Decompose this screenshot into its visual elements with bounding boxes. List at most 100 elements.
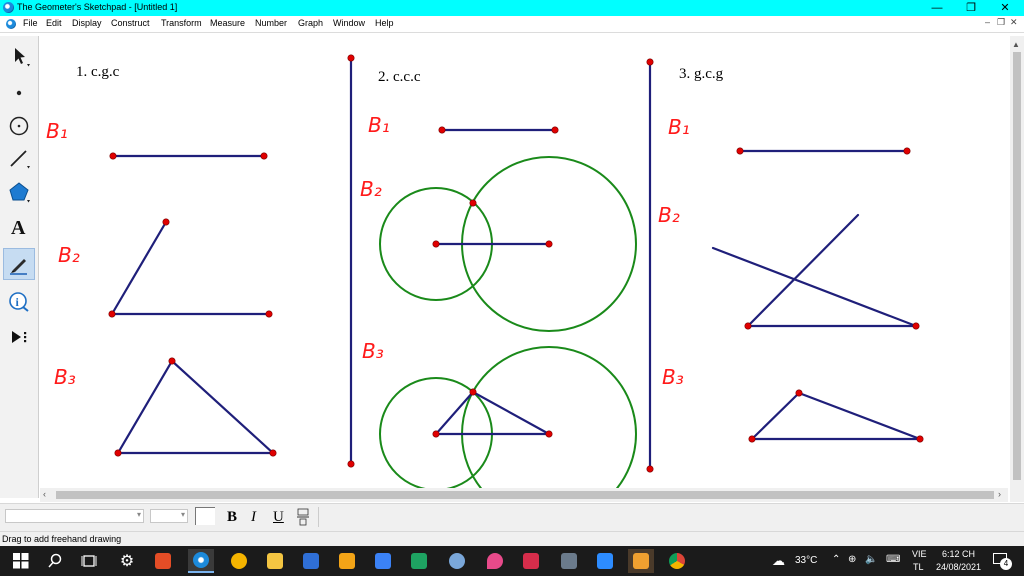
font-family-combo[interactable]: ▾ xyxy=(5,509,144,523)
point[interactable] xyxy=(469,388,477,396)
taskbar-app-10[interactable] xyxy=(482,549,508,573)
point[interactable] xyxy=(551,126,559,134)
taskbar-app-11[interactable] xyxy=(518,549,544,573)
information-tool[interactable]: i xyxy=(3,285,35,317)
point[interactable] xyxy=(162,218,170,226)
horizontal-scroll-thumb[interactable] xyxy=(56,491,994,499)
point[interactable] xyxy=(347,54,355,62)
taskbar-zoom[interactable] xyxy=(592,549,618,573)
menu-number[interactable]: Number xyxy=(255,18,287,28)
keyboard-icon[interactable]: ⌨ xyxy=(886,554,900,565)
vertical-scroll-thumb[interactable] xyxy=(1013,52,1021,480)
menu-file[interactable]: File xyxy=(23,18,38,28)
straightedge-tool[interactable] xyxy=(3,142,35,174)
menu-display[interactable]: Display xyxy=(72,18,102,28)
doc-minimize-button[interactable]: – xyxy=(985,17,990,27)
point[interactable] xyxy=(432,430,440,438)
speaker-icon[interactable]: 🔈 xyxy=(865,554,877,565)
point[interactable] xyxy=(545,430,553,438)
point[interactable] xyxy=(432,240,440,248)
point[interactable] xyxy=(748,435,756,443)
clock-time[interactable]: 6:12 CH xyxy=(942,549,975,559)
menu-graph[interactable]: Graph xyxy=(298,18,323,28)
horizontal-scrollbar[interactable]: ‹ › xyxy=(40,488,1008,502)
point[interactable] xyxy=(916,435,924,443)
underline-button[interactable]: U xyxy=(273,509,284,526)
close-button[interactable]: ✕ xyxy=(988,0,1022,16)
point[interactable] xyxy=(347,460,355,468)
taskbar-docs[interactable] xyxy=(370,549,396,573)
point[interactable] xyxy=(903,147,911,155)
menu-construct[interactable]: Construct xyxy=(111,18,150,28)
taskbar-calculator[interactable] xyxy=(556,549,582,573)
marker-tool[interactable] xyxy=(3,248,35,280)
menu-measure[interactable]: Measure xyxy=(210,18,245,28)
label-c3-b2: B₂ xyxy=(658,203,680,227)
task-view-button[interactable] xyxy=(76,549,102,573)
point[interactable] xyxy=(265,310,273,318)
custom-tool[interactable] xyxy=(3,321,35,353)
minimize-button[interactable]: — xyxy=(920,0,954,16)
lang-top[interactable]: VIE xyxy=(912,549,927,559)
menu-window[interactable]: Window xyxy=(333,18,365,28)
network-icon[interactable]: ⊕ xyxy=(848,554,856,565)
taskbar-file-explorer[interactable] xyxy=(262,549,288,573)
restore-button[interactable]: ❐ xyxy=(954,0,988,16)
math-format-button[interactable] xyxy=(295,508,311,531)
arrow-select-tool[interactable] xyxy=(3,40,35,72)
menu-bar: File Edit Display Construct Transform Me… xyxy=(0,16,1024,33)
doc-restore-button[interactable]: ❐ xyxy=(997,17,1005,28)
scroll-right-icon[interactable]: › xyxy=(998,489,1001,499)
point[interactable] xyxy=(912,322,920,330)
text-color-swatch[interactable] xyxy=(195,507,215,525)
taskbar-sheets[interactable] xyxy=(406,549,432,573)
search-button[interactable] xyxy=(42,549,68,573)
point[interactable] xyxy=(269,449,277,457)
chevron-up-icon[interactable]: ⌃ xyxy=(832,554,840,565)
label-c2-b3: B₃ xyxy=(362,339,384,363)
clock-date[interactable]: 24/08/2021 xyxy=(936,562,981,572)
taskbar-app-1[interactable] xyxy=(150,549,176,573)
point[interactable] xyxy=(438,126,446,134)
taskbar-app-5[interactable] xyxy=(298,549,324,573)
bold-button[interactable]: B xyxy=(227,509,237,526)
point[interactable] xyxy=(108,310,116,318)
taskbar-app-6[interactable] xyxy=(334,549,360,573)
menu-help[interactable]: Help xyxy=(375,18,394,28)
sketch-drawing[interactable]: 1. c.g.c 2. c.c.c 3. g.c.g B₁ B₂ B₃ B₁ B… xyxy=(40,36,1008,488)
compass-tool[interactable] xyxy=(3,108,35,140)
taskbar-app-3[interactable] xyxy=(226,549,252,573)
lang-bottom[interactable]: TL xyxy=(913,562,924,572)
point[interactable] xyxy=(795,389,803,397)
sketch-canvas[interactable]: 1. c.g.c 2. c.c.c 3. g.c.g B₁ B₂ B₃ B₁ B… xyxy=(40,36,1008,488)
point[interactable] xyxy=(168,357,176,365)
taskbar-paint[interactable] xyxy=(444,549,470,573)
text-tool[interactable]: A xyxy=(3,210,35,242)
taskbar-app-14[interactable] xyxy=(628,549,654,573)
taskbar-settings[interactable]: ⚙ xyxy=(114,549,140,573)
polygon-tool[interactable] xyxy=(3,176,35,208)
italic-button[interactable]: I xyxy=(251,509,256,526)
point[interactable] xyxy=(545,240,553,248)
scroll-up-icon[interactable]: ▲ xyxy=(1012,40,1020,49)
menu-edit[interactable]: Edit xyxy=(46,18,62,28)
document-icon[interactable] xyxy=(6,19,16,29)
temperature[interactable]: 33°C xyxy=(795,555,817,566)
scroll-left-icon[interactable]: ‹ xyxy=(43,489,46,499)
point-tool[interactable] xyxy=(3,74,35,106)
point[interactable] xyxy=(109,152,117,160)
taskbar-sketchpad[interactable] xyxy=(188,549,214,573)
doc-close-button[interactable]: ✕ xyxy=(1010,17,1018,28)
point[interactable] xyxy=(114,449,122,457)
menu-transform[interactable]: Transform xyxy=(161,18,202,28)
font-size-combo[interactable]: ▾ xyxy=(150,509,188,523)
point[interactable] xyxy=(646,465,654,473)
point[interactable] xyxy=(469,199,477,207)
point[interactable] xyxy=(744,322,752,330)
point[interactable] xyxy=(646,58,654,66)
vertical-scrollbar[interactable]: ▲ xyxy=(1010,36,1024,488)
start-button[interactable] xyxy=(8,549,34,573)
point[interactable] xyxy=(260,152,268,160)
taskbar-chrome[interactable] xyxy=(664,549,690,573)
point[interactable] xyxy=(736,147,744,155)
